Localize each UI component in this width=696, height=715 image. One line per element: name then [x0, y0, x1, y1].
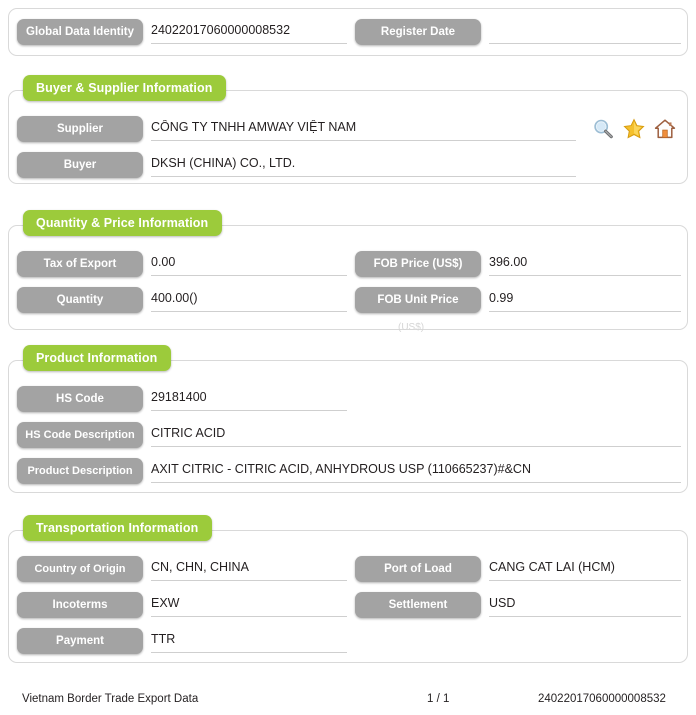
value-port-of-load: CANG CAT LAI (HCM) — [489, 560, 615, 574]
quantity-price-title-text: Quantity & Price Information — [36, 216, 209, 230]
product-title: Product Information — [23, 345, 172, 371]
label-port-of-load: Port of Load — [355, 556, 481, 582]
value-settlement: USD — [489, 596, 516, 610]
buyer-supplier-panel: Buyer & Supplier Information Supplier CÔ… — [8, 75, 688, 184]
value-payment: TTR — [151, 632, 176, 646]
field-settlement[interactable]: USD — [489, 596, 681, 617]
label-incoterms-text: Incoterms — [52, 599, 108, 611]
value-hs-code: 29181400 — [151, 390, 207, 404]
field-product-description[interactable]: AXIT CITRIC - CITRIC ACID, ANHYDROUS USP… — [151, 462, 681, 483]
field-incoterms[interactable]: EXW — [151, 596, 347, 617]
value-fob-price: 396.00 — [489, 255, 528, 269]
label-fob-price-text: FOB Price (US$) — [373, 258, 463, 270]
home-icon[interactable] — [654, 118, 676, 140]
label-quantity-text: Quantity — [56, 294, 104, 306]
search-icon[interactable] — [592, 118, 614, 140]
field-payment[interactable]: TTR — [151, 632, 347, 653]
label-hs-code-description-text: HS Code Description — [25, 429, 135, 441]
footer-identity-text: 24022017060000008532 — [538, 693, 666, 705]
star-icon[interactable] — [623, 118, 645, 140]
global-identity-panel: Global Data Identity 2402201706000000853… — [8, 8, 688, 56]
transportation-panel: Transportation Information Country of Or… — [8, 515, 688, 663]
footer-page-text: 1 / 1 — [427, 693, 450, 705]
field-supplier[interactable]: CÔNG TY TNHH AMWAY VIỆT NAM — [151, 120, 576, 141]
transportation-title: Transportation Information — [23, 515, 213, 541]
label-incoterms: Incoterms — [17, 592, 143, 618]
value-tax-of-export: 0.00 — [151, 255, 176, 269]
quantity-price-title: Quantity & Price Information — [23, 210, 223, 236]
footer-source-label: Vietnam Border Trade Export Data — [22, 693, 198, 705]
label-fob-unit-price: FOB Unit Price — [355, 287, 481, 313]
field-quantity[interactable]: 400.00() — [151, 291, 347, 312]
label-payment-text: Payment — [56, 635, 104, 647]
value-global-data-identity: 24022017060000008532 — [151, 23, 291, 37]
label-global-data-identity: Global Data Identity — [17, 19, 143, 45]
label-hs-code-description: HS Code Description — [17, 422, 143, 448]
label-port-of-load-text: Port of Load — [384, 563, 452, 575]
label-hs-code: HS Code — [17, 386, 143, 412]
label-settlement: Settlement — [355, 592, 481, 618]
field-global-data-identity[interactable]: 24022017060000008532 — [151, 23, 347, 44]
label-product-description-text: Product Description — [27, 465, 133, 477]
field-fob-price[interactable]: 396.00 — [489, 255, 681, 276]
quantity-price-panel: Quantity & Price Information Tax of Expo… — [8, 210, 688, 330]
value-supplier: CÔNG TY TNHH AMWAY VIỆT NAM — [151, 120, 357, 134]
label-hs-code-text: HS Code — [56, 393, 104, 405]
footer-identity: 24022017060000008532 — [538, 693, 666, 705]
field-tax-of-export[interactable]: 0.00 — [151, 255, 347, 276]
field-country-of-origin[interactable]: CN, CHN, CHINA — [151, 560, 347, 581]
value-product-description: AXIT CITRIC - CITRIC ACID, ANHYDROUS USP… — [151, 462, 531, 476]
value-incoterms: EXW — [151, 596, 180, 610]
field-register-date[interactable] — [489, 23, 681, 44]
buyer-supplier-title-text: Buyer & Supplier Information — [36, 81, 213, 95]
value-country-of-origin: CN, CHN, CHINA — [151, 560, 249, 574]
label-quantity: Quantity — [17, 287, 143, 313]
field-port-of-load[interactable]: CANG CAT LAI (HCM) — [489, 560, 681, 581]
label-register-date-text: Register Date — [380, 26, 456, 38]
label-buyer: Buyer — [17, 152, 143, 178]
label-fob-price: FOB Price (US$) — [355, 251, 481, 277]
currency-ghost-note: (US$) — [398, 322, 424, 333]
footer-page-indicator: 1 / 1 — [427, 693, 449, 705]
value-hs-code-description: CITRIC ACID — [151, 426, 226, 440]
label-payment: Payment — [17, 628, 143, 654]
label-product-description: Product Description — [17, 458, 143, 484]
field-hs-code-description[interactable]: CITRIC ACID — [151, 426, 681, 447]
label-tax-of-export-text: Tax of Export — [43, 258, 117, 270]
buyer-supplier-title: Buyer & Supplier Information — [23, 75, 227, 101]
currency-ghost-note-text: (US$) — [398, 322, 425, 333]
transportation-title-text: Transportation Information — [36, 521, 199, 535]
field-buyer[interactable]: DKSH (CHINA) CO., LTD. — [151, 156, 576, 177]
label-tax-of-export: Tax of Export — [17, 251, 143, 277]
label-settlement-text: Settlement — [388, 599, 448, 611]
label-global-data-identity-text: Global Data Identity — [26, 26, 134, 38]
value-buyer: DKSH (CHINA) CO., LTD. — [151, 156, 296, 170]
value-quantity: 400.00() — [151, 291, 198, 305]
label-register-date: Register Date — [355, 19, 481, 45]
product-title-text: Product Information — [36, 351, 158, 365]
label-supplier-text: Supplier — [56, 123, 103, 135]
footer-source-text: Vietnam Border Trade Export Data — [22, 693, 199, 705]
product-panel: Product Information HS Code 29181400 HS … — [8, 345, 688, 493]
field-hs-code[interactable]: 29181400 — [151, 390, 347, 411]
field-fob-unit-price[interactable]: 0.99 — [489, 291, 681, 312]
label-country-of-origin-text: Country of Origin — [34, 563, 126, 575]
value-fob-unit-price: 0.99 — [489, 291, 514, 305]
label-country-of-origin: Country of Origin — [17, 556, 143, 582]
label-buyer-text: Buyer — [63, 159, 97, 171]
label-fob-unit-price-text: FOB Unit Price — [377, 294, 459, 306]
label-supplier: Supplier — [17, 116, 143, 142]
